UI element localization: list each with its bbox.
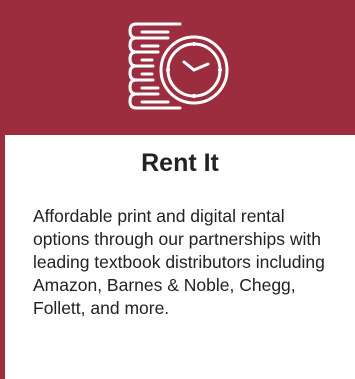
- book-stack-clock-icon: [128, 18, 230, 116]
- card-header-band: [0, 0, 355, 135]
- card-description: Affordable print and digital rental opti…: [33, 206, 325, 318]
- card-title: Rent It: [141, 149, 219, 177]
- rent-it-card: Rent It Affordable print and digital ren…: [0, 0, 355, 379]
